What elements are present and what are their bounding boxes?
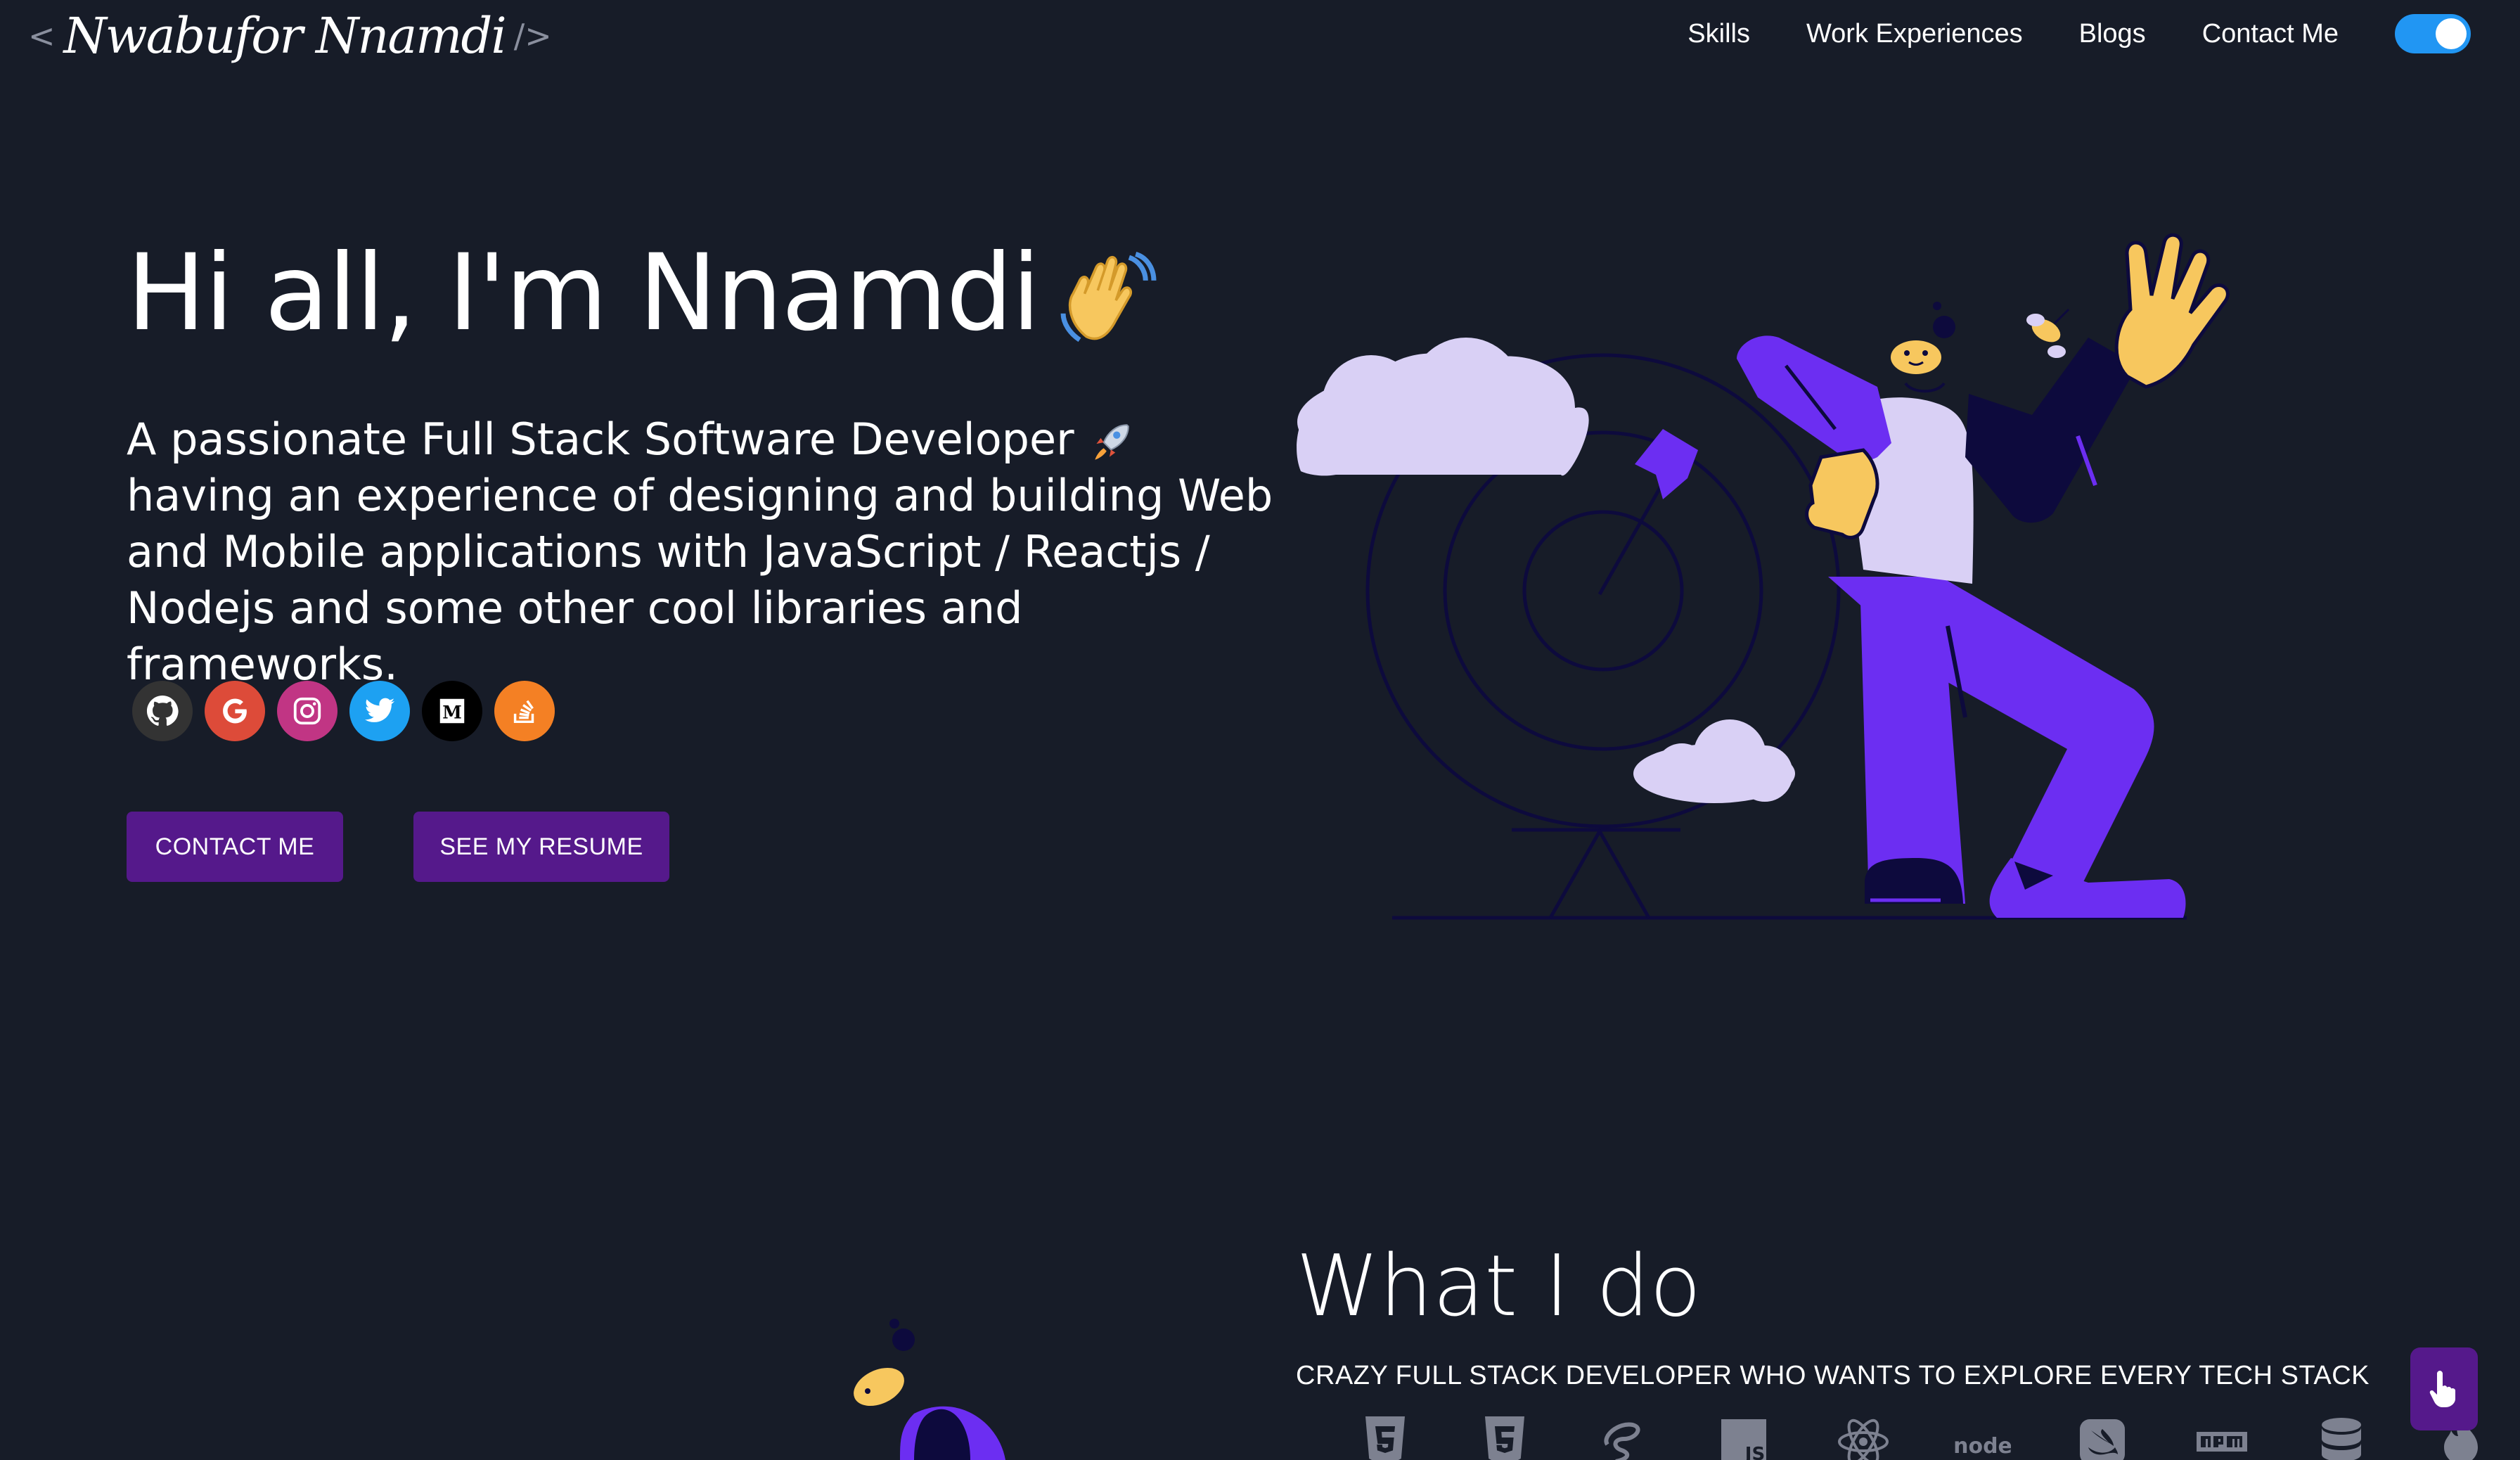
tech-stack-icons: JS node: [1357, 1414, 2520, 1460]
what-i-do-subtitle: CRAZY FULL STACK DEVELOPER WHO WANTS TO …: [1296, 1361, 2370, 1390]
nav-contact-me[interactable]: Contact Me: [2202, 19, 2339, 49]
swift-icon: [2074, 1414, 2130, 1460]
hero-subtitle: A passionate Full Stack Software Develop…: [127, 411, 1280, 693]
nav-blogs[interactable]: Blogs: [2079, 19, 2146, 49]
instagram-icon[interactable]: [277, 681, 338, 741]
twitter-icon[interactable]: [349, 681, 410, 741]
rocket-icon: [1088, 419, 1134, 466]
toggle-knob: [2436, 18, 2467, 49]
dark-mode-toggle[interactable]: [2395, 14, 2471, 53]
hero-greeting: Hi all, I'm Nnamdi: [127, 232, 1159, 354]
what-i-do-title: What I do: [1296, 1238, 1702, 1336]
logo-signature: Nwabufor Nnamdi: [63, 7, 507, 65]
waving-hand-icon: [1053, 248, 1159, 353]
logo[interactable]: < Nwabufor Nnamdi />: [28, 4, 552, 68]
stackoverflow-icon[interactable]: [494, 681, 555, 741]
subtitle-text-after: having an experience of designing and bu…: [127, 470, 1273, 690]
react-icon: [1835, 1414, 1891, 1460]
nav-menu: Skills Work Experiences Blogs Contact Me: [1688, 13, 2520, 55]
scroll-to-top-button[interactable]: [2410, 1347, 2478, 1430]
css3-icon: [1477, 1414, 1533, 1460]
developer-illustration: [1297, 233, 2230, 920]
pointing-hand-icon: [2429, 1371, 2455, 1407]
header: < Nwabufor Nnamdi /> Skills Work Experie…: [0, 0, 2520, 77]
logo-close-bracket: />: [513, 17, 552, 55]
npm-icon: [2194, 1414, 2250, 1460]
svg-text:JS: JS: [1744, 1444, 1765, 1460]
medium-icon[interactable]: M: [422, 681, 482, 741]
nodejs-icon: node: [1953, 1414, 2012, 1460]
see-my-resume-button[interactable]: SEE MY RESUME: [413, 812, 669, 882]
database-icon: [2313, 1414, 2370, 1460]
svg-text:node: node: [1955, 1434, 2011, 1459]
nav-skills[interactable]: Skills: [1688, 19, 1750, 49]
svg-text:M: M: [442, 703, 462, 723]
nav-work-experiences[interactable]: Work Experiences: [1806, 19, 2023, 49]
html5-icon: [1357, 1414, 1413, 1460]
google-icon[interactable]: [205, 681, 265, 741]
greeting-text: Hi all, I'm Nnamdi: [127, 232, 1041, 354]
javascript-icon: JS: [1716, 1414, 1772, 1460]
subtitle-text-before: A passionate Full Stack Software Develop…: [127, 414, 1074, 465]
bottom-illustration: [854, 1319, 1005, 1460]
github-icon[interactable]: [132, 681, 193, 741]
logo-open-bracket: <: [28, 17, 56, 55]
social-links: M: [132, 681, 567, 741]
contact-me-button[interactable]: CONTACT ME: [127, 812, 343, 882]
sass-icon: [1596, 1414, 1652, 1460]
